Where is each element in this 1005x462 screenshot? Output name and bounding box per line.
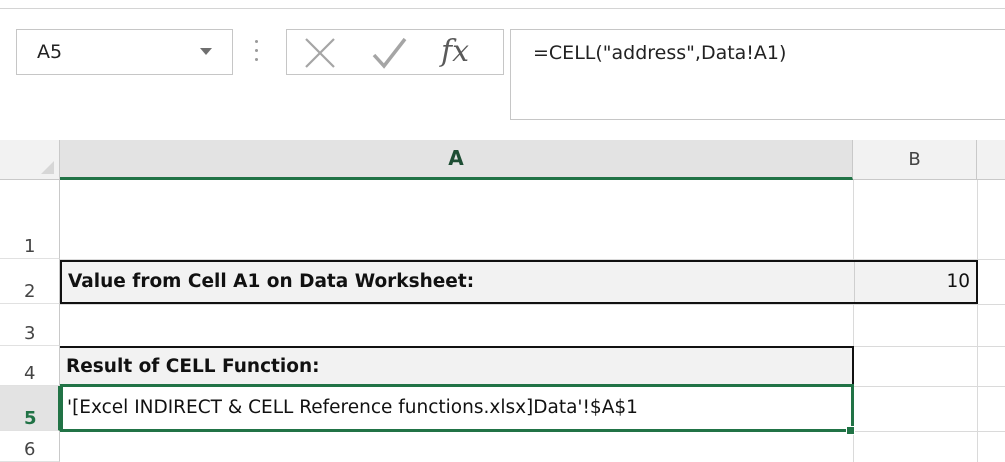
select-all-icon	[41, 161, 54, 174]
fill-handle[interactable]	[846, 426, 855, 435]
column-header-b[interactable]: B	[853, 140, 977, 180]
insert-function-icon[interactable]: fx	[433, 32, 493, 72]
row-header-4[interactable]: 4	[0, 346, 60, 386]
formula-input[interactable]: =CELL("address",Data!A1)	[510, 29, 1005, 120]
row-header-3[interactable]: 3	[0, 304, 60, 346]
cell-a5[interactable]: '[Excel INDIRECT & CELL Reference functi…	[67, 387, 638, 429]
column-label-b: B	[908, 149, 921, 170]
enter-check-icon[interactable]	[369, 36, 409, 70]
row-label-3: 3	[24, 323, 36, 344]
formula-bar-buttons: fx	[286, 29, 504, 75]
row-label-2: 2	[24, 281, 36, 302]
row-header-1[interactable]: 1	[0, 180, 60, 259]
row-header-5[interactable]: 5	[0, 386, 60, 431]
cell-b2[interactable]: 10	[946, 262, 970, 302]
cancel-x-icon[interactable]	[301, 36, 339, 70]
row-header-2[interactable]: 2	[0, 259, 60, 304]
name-box[interactable]: A5	[16, 29, 233, 75]
row-header-6[interactable]: 6	[0, 431, 60, 462]
formula-text: =CELL("address",Data!A1)	[533, 42, 787, 64]
row-label-5: 5	[24, 408, 37, 429]
name-box-value: A5	[37, 41, 63, 63]
cell-a4-box[interactable]: Result of CELL Function:	[60, 346, 854, 386]
cell-range-a2-b2[interactable]: Value from Cell A1 on Data Worksheet: 10	[60, 260, 978, 304]
row-label-6: 6	[24, 439, 36, 460]
row-label-4: 4	[24, 363, 36, 384]
cell-divider	[854, 262, 855, 302]
more-dots-icon[interactable]	[255, 38, 259, 64]
select-all-button[interactable]	[0, 140, 60, 180]
column-label-a: A	[448, 146, 464, 170]
window-top-divider	[0, 8, 1005, 9]
column-header-a[interactable]: A	[60, 140, 853, 180]
insert-function-label: fx	[441, 34, 470, 69]
gridline	[977, 180, 978, 462]
gridline	[60, 304, 1005, 305]
row-label-1: 1	[24, 236, 36, 257]
chevron-down-icon[interactable]	[200, 48, 212, 55]
cell-a2[interactable]: Value from Cell A1 on Data Worksheet:	[68, 262, 474, 302]
column-header-c[interactable]	[977, 140, 1005, 180]
cell-a4[interactable]: Result of CELL Function:	[66, 348, 320, 386]
active-cell-a5[interactable]: '[Excel INDIRECT & CELL Reference functi…	[60, 384, 854, 432]
